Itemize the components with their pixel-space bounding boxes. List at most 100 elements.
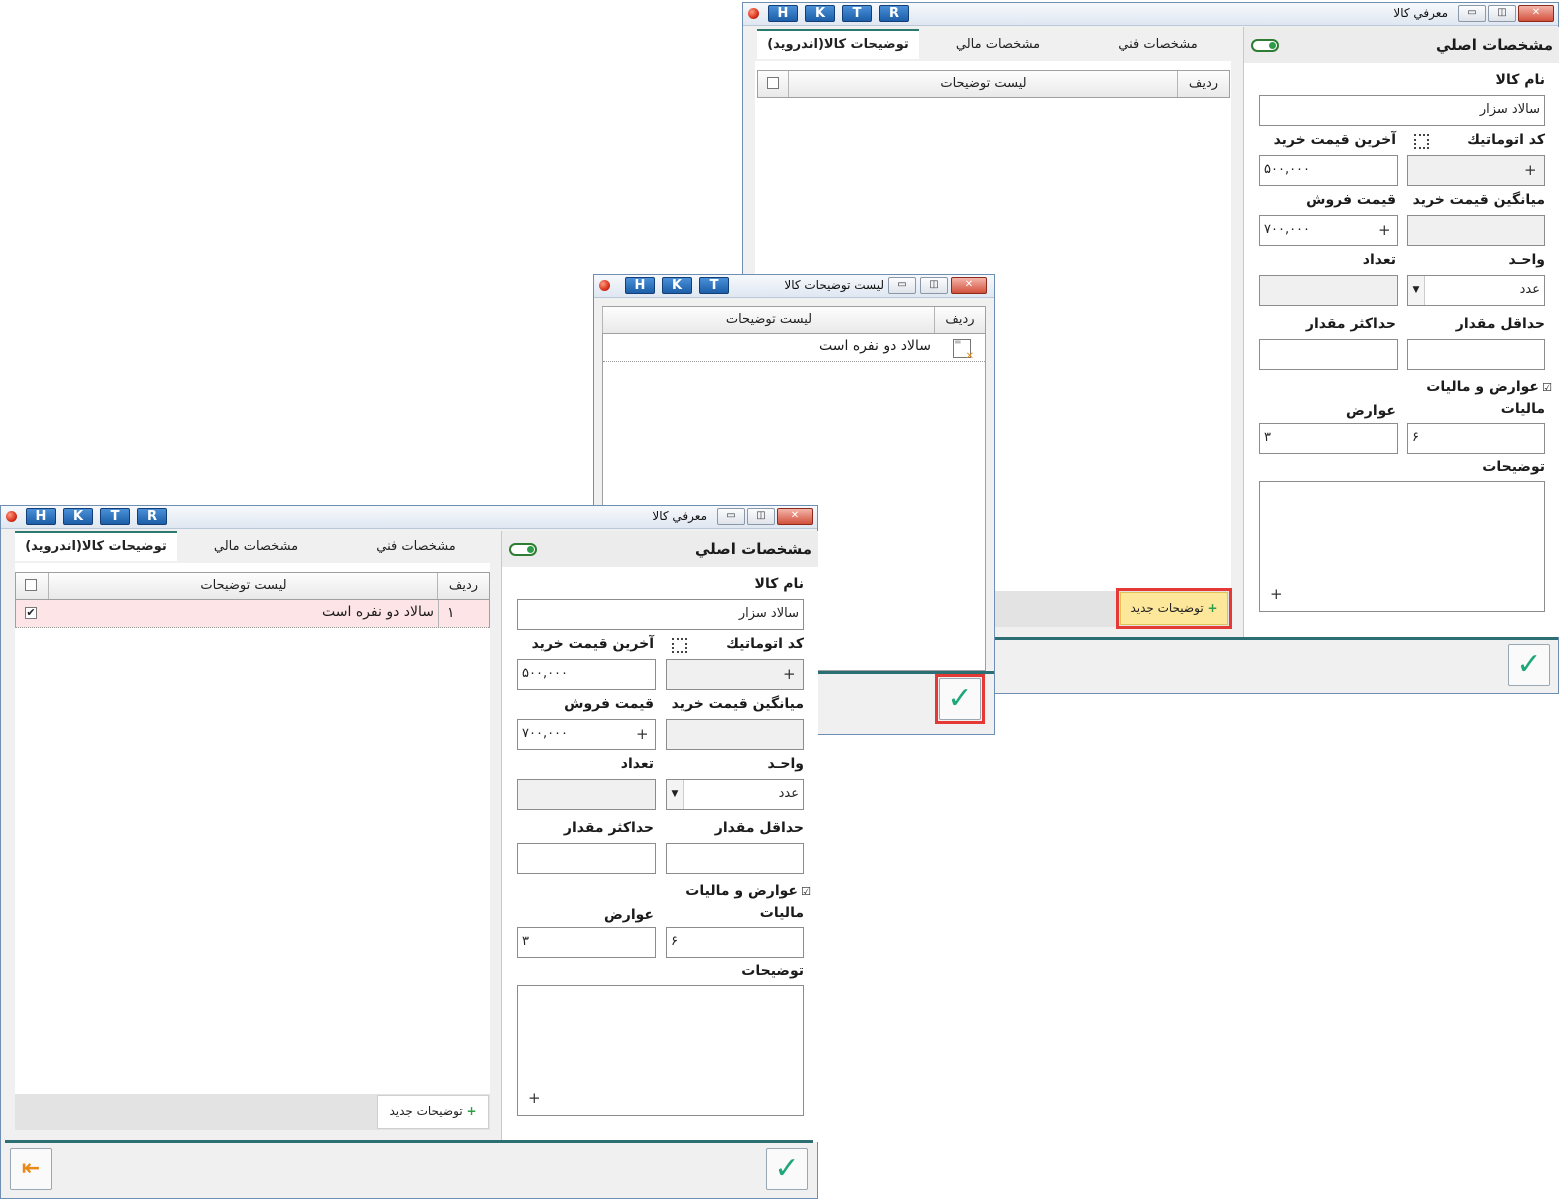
h-button[interactable]: H bbox=[768, 5, 798, 22]
close-button[interactable]: ✕ bbox=[1518, 5, 1554, 22]
close-button[interactable]: ✕ bbox=[777, 508, 813, 525]
k-button[interactable]: K bbox=[63, 508, 93, 525]
unit-label: واحـد bbox=[1508, 252, 1545, 268]
tab-financial[interactable]: مشخصات مالي bbox=[176, 533, 336, 561]
title-bar: H K T R معرفي كالا ▭ ◫ ✕ bbox=[1, 506, 817, 529]
max-qty-input[interactable] bbox=[1259, 339, 1398, 370]
product-name-label: نام كالا bbox=[1495, 72, 1545, 88]
sale-price-label: قيمت فروش bbox=[564, 696, 654, 712]
duty-input[interactable]: ۳ bbox=[1259, 423, 1398, 454]
tab-financial[interactable]: مشخصات مالي bbox=[918, 31, 1078, 59]
app-icon bbox=[748, 8, 759, 19]
count-input bbox=[1259, 275, 1398, 306]
new-desc-button[interactable]: + توضيحات جديد bbox=[377, 1095, 489, 1129]
avg-purchase-input bbox=[666, 719, 804, 750]
select-all-checkbox[interactable] bbox=[25, 579, 37, 591]
desc-list-header: رديف ليست توضيحات bbox=[602, 307, 985, 334]
notes-label: توضيحات bbox=[741, 963, 804, 979]
tax-checkbox-label: عوارض و ماليات bbox=[685, 883, 798, 899]
t-button[interactable]: T bbox=[699, 277, 729, 294]
t-button[interactable]: T bbox=[842, 5, 872, 22]
r-button[interactable]: R bbox=[879, 5, 909, 22]
title-bar: H K T ليست توضيحات كالا ▭ ◫ ✕ bbox=[594, 275, 994, 298]
table-row[interactable]: ۱ سالاد دو نفره است ✔ bbox=[16, 600, 489, 628]
auto-code-plus-icon[interactable]: + bbox=[1524, 161, 1537, 179]
restore-button[interactable]: ◫ bbox=[1488, 5, 1516, 22]
title-bar: H K T R معرفي كالا ▭ ◫ ✕ bbox=[743, 3, 1558, 26]
tab-main-specs[interactable]: مشخصات اصلي bbox=[1436, 36, 1553, 54]
last-purchase-label: آخرين قيمت خريد bbox=[531, 636, 654, 652]
col-header-row: رديف bbox=[934, 307, 985, 333]
h-button[interactable]: H bbox=[26, 508, 56, 525]
minimize-button[interactable]: ▭ bbox=[717, 508, 745, 525]
notes-plus-icon[interactable]: + bbox=[528, 1089, 541, 1107]
exit-icon: ⇤ bbox=[21, 1156, 41, 1181]
count-label: تعداد bbox=[1362, 252, 1396, 268]
tax-checkbox[interactable]: ☑ bbox=[800, 886, 812, 899]
tax-input[interactable]: ۶ bbox=[666, 927, 804, 958]
footer-divider bbox=[5, 1140, 813, 1143]
count-input bbox=[517, 779, 656, 810]
unit-select[interactable]: عدد bbox=[1407, 275, 1545, 306]
barcode-icon[interactable] bbox=[672, 638, 687, 653]
r-button[interactable]: R bbox=[137, 508, 167, 525]
auto-code-plus-icon[interactable]: + bbox=[783, 665, 796, 683]
k-button[interactable]: K bbox=[805, 5, 835, 22]
ok-button[interactable]: ✓ bbox=[766, 1148, 808, 1190]
product-name-input[interactable]: سالاد سزار bbox=[1259, 95, 1545, 126]
notes-textarea[interactable] bbox=[517, 985, 804, 1116]
barcode-icon[interactable] bbox=[1414, 134, 1429, 149]
col-header-desc: ليست توضيحات bbox=[602, 307, 935, 333]
duty-label: عوارض bbox=[603, 907, 654, 923]
sale-price-plus-icon[interactable]: + bbox=[1378, 221, 1391, 239]
tab-android-desc[interactable]: توضيحات كالا(اندرويد) bbox=[15, 531, 177, 561]
desc-grid-header: رديف ليست توضيحات bbox=[16, 573, 489, 600]
duty-input[interactable]: ۳ bbox=[517, 927, 656, 958]
list-item[interactable]: ≡ ✕ سالاد دو نفره است bbox=[603, 334, 985, 362]
max-qty-input[interactable] bbox=[517, 843, 656, 874]
notes-textarea[interactable] bbox=[1259, 481, 1545, 612]
row-checkbox[interactable]: ✔ bbox=[25, 607, 37, 619]
product-name-input[interactable]: سالاد سزار bbox=[517, 599, 804, 630]
new-desc-label: توضيحات جديد bbox=[389, 1104, 463, 1118]
t-button[interactable]: T bbox=[100, 508, 130, 525]
sale-price-plus-icon[interactable]: + bbox=[636, 725, 649, 743]
minimize-button[interactable]: ▭ bbox=[1458, 5, 1486, 22]
tab-main-specs[interactable]: مشخصات اصلي bbox=[695, 540, 812, 558]
window-title: معرفي كالا bbox=[652, 509, 707, 523]
active-toggle[interactable] bbox=[1251, 39, 1279, 52]
select-all-checkbox[interactable] bbox=[767, 77, 779, 89]
unit-dropdown-icon[interactable]: ▼ bbox=[667, 780, 684, 809]
tab-technical[interactable]: مشخصات فني bbox=[1073, 31, 1243, 59]
exit-button[interactable]: ⇤ bbox=[10, 1148, 52, 1190]
last-purchase-input[interactable]: ۵۰۰,۰۰۰ bbox=[517, 659, 656, 690]
avg-purchase-label: ميانگين قيمت خريد bbox=[671, 696, 804, 712]
col-header-desc: ليست توضيحات bbox=[788, 71, 1178, 97]
restore-button[interactable]: ◫ bbox=[747, 508, 775, 525]
note-edit-icon[interactable]: ≡ ✕ bbox=[953, 338, 974, 362]
tax-checkbox-label: عوارض و ماليات bbox=[1426, 379, 1539, 395]
tab-technical[interactable]: مشخصات فني bbox=[331, 533, 501, 561]
min-qty-input[interactable] bbox=[666, 843, 804, 874]
unit-dropdown-icon[interactable]: ▼ bbox=[1408, 276, 1425, 305]
tax-checkbox[interactable]: ☑ bbox=[1541, 382, 1553, 395]
list-item-text: سالاد دو نفره است bbox=[819, 338, 931, 354]
tab-android-desc[interactable]: توضيحات كالا(اندرويد) bbox=[757, 29, 919, 59]
notes-plus-icon[interactable]: + bbox=[1270, 585, 1283, 603]
close-button[interactable]: ✕ bbox=[951, 277, 987, 294]
count-label: تعداد bbox=[620, 756, 654, 772]
k-button[interactable]: K bbox=[662, 277, 692, 294]
active-toggle[interactable] bbox=[509, 543, 537, 556]
ok-button[interactable]: ✓ bbox=[1508, 644, 1550, 686]
unit-select[interactable]: عدد bbox=[666, 779, 804, 810]
tax-input[interactable]: ۶ bbox=[1407, 423, 1545, 454]
main-specs-panel: مشخصات اصلي نام كالا سالاد سزار كد اتوما… bbox=[1243, 27, 1559, 637]
auto-code-label: كد اتوماتيك bbox=[726, 636, 804, 652]
unit-label: واحـد bbox=[767, 756, 804, 772]
h-button[interactable]: H bbox=[625, 277, 655, 294]
restore-button[interactable]: ◫ bbox=[920, 277, 948, 294]
product-name-label: نام كالا bbox=[754, 576, 804, 592]
minimize-button[interactable]: ▭ bbox=[888, 277, 916, 294]
last-purchase-input[interactable]: ۵۰۰,۰۰۰ bbox=[1259, 155, 1398, 186]
min-qty-input[interactable] bbox=[1407, 339, 1545, 370]
